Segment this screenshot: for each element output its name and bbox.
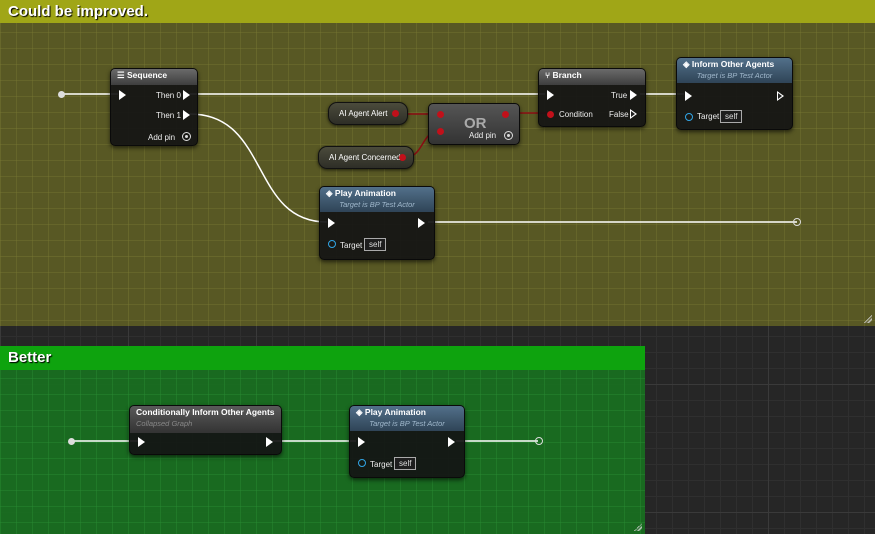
or-input-a-pin[interactable] xyxy=(437,111,444,118)
then0-pin[interactable] xyxy=(183,90,190,100)
exec-out-pin[interactable] xyxy=(777,91,784,101)
exec-in-pin[interactable] xyxy=(138,437,145,447)
collapsed-graph-node[interactable]: Conditionally Inform Other Agents Collap… xyxy=(129,405,282,455)
true-pin[interactable] xyxy=(630,90,637,100)
target-pin[interactable] xyxy=(328,240,336,248)
add-pin-icon[interactable] xyxy=(504,131,513,140)
node-header[interactable]: Conditionally Inform Other Agents Collap… xyxy=(130,406,281,433)
variable-ai-agent-concerned[interactable]: AI Agent Concerned xyxy=(318,146,414,169)
false-label: False xyxy=(609,110,629,119)
or-title: OR xyxy=(464,115,487,132)
node-subtitle: Target is BP Test Actor xyxy=(696,71,773,80)
play-animation-node[interactable]: ◈ Play Animation Target is BP Test Actor… xyxy=(319,186,435,260)
node-title: Conditionally Inform Other Agents xyxy=(136,407,275,417)
reroute-dot[interactable] xyxy=(68,438,75,445)
target-pin[interactable] xyxy=(685,113,693,121)
node-header[interactable]: ⑂ Branch xyxy=(539,69,645,85)
function-icon: ◈ xyxy=(683,59,692,69)
true-label: True xyxy=(611,91,628,100)
node-title: Branch xyxy=(552,70,582,80)
node-header[interactable]: ◈ Inform Other Agents Target is BP Test … xyxy=(677,58,792,83)
sequence-icon: ☰ xyxy=(117,70,127,80)
exec-wire xyxy=(189,113,328,223)
add-pin-label[interactable]: Add pin xyxy=(148,133,175,142)
exec-out-pin[interactable] xyxy=(448,437,455,447)
condition-pin[interactable] xyxy=(547,111,554,118)
then1-pin[interactable] xyxy=(183,110,190,120)
bool-out-pin[interactable] xyxy=(399,154,406,161)
exec-in-pin[interactable] xyxy=(119,90,126,100)
self-input[interactable]: self xyxy=(364,238,387,251)
sequence-node[interactable]: ☰ Sequence Then 0 Then 1 Add pin xyxy=(110,68,198,146)
node-header[interactable]: ◈ Play Animation Target is BP Test Actor xyxy=(320,187,434,212)
branch-node[interactable]: ⑂ Branch True Condition False xyxy=(538,68,646,127)
node-header[interactable]: ◈ Play Animation Target is BP Test Actor xyxy=(350,406,464,431)
self-input[interactable]: self xyxy=(394,457,417,470)
inform-other-agents-node[interactable]: ◈ Inform Other Agents Target is BP Test … xyxy=(676,57,793,130)
node-header[interactable]: ☰ Sequence xyxy=(111,69,197,85)
variable-label: AI Agent Concerned xyxy=(329,153,401,162)
node-title: Inform Other Agents xyxy=(691,59,775,69)
false-pin[interactable] xyxy=(630,109,637,119)
or-output-pin[interactable] xyxy=(502,111,509,118)
function-icon: ◈ xyxy=(356,407,365,417)
reroute-ring[interactable] xyxy=(793,218,801,226)
or-node[interactable]: OR Add pin xyxy=(428,103,520,145)
node-title: Play Animation xyxy=(364,407,426,417)
then1-label: Then 1 xyxy=(156,111,181,120)
variable-label: AI Agent Alert xyxy=(339,109,388,118)
target-pin[interactable] xyxy=(358,459,366,467)
then0-label: Then 0 xyxy=(156,91,181,100)
add-pin-icon[interactable] xyxy=(182,132,191,141)
reroute-dot[interactable] xyxy=(58,91,65,98)
node-title: Sequence xyxy=(126,70,168,80)
bool-out-pin[interactable] xyxy=(392,110,399,117)
exec-in-pin[interactable] xyxy=(328,218,335,228)
play-animation-node[interactable]: ◈ Play Animation Target is BP Test Actor… xyxy=(349,405,465,478)
reroute-ring[interactable] xyxy=(535,437,543,445)
variable-ai-agent-alert[interactable]: AI Agent Alert xyxy=(328,102,408,125)
node-title: Play Animation xyxy=(334,188,396,198)
function-icon: ◈ xyxy=(326,188,335,198)
node-subtitle: Target is BP Test Actor xyxy=(369,419,445,428)
self-input[interactable]: self xyxy=(720,110,743,123)
exec-in-pin[interactable] xyxy=(685,91,692,101)
or-input-b-pin[interactable] xyxy=(437,128,444,135)
target-label: Target xyxy=(697,112,720,121)
exec-in-pin[interactable] xyxy=(547,90,554,100)
target-label: Target xyxy=(340,241,363,250)
exec-out-pin[interactable] xyxy=(266,437,273,447)
condition-label: Condition xyxy=(559,110,593,119)
add-pin-label[interactable]: Add pin xyxy=(469,131,496,140)
node-subtitle: Collapsed Graph xyxy=(136,419,193,428)
target-label: Target xyxy=(370,460,393,469)
node-subtitle: Target is BP Test Actor xyxy=(339,200,415,209)
exec-in-pin[interactable] xyxy=(358,437,365,447)
exec-out-pin[interactable] xyxy=(418,218,425,228)
